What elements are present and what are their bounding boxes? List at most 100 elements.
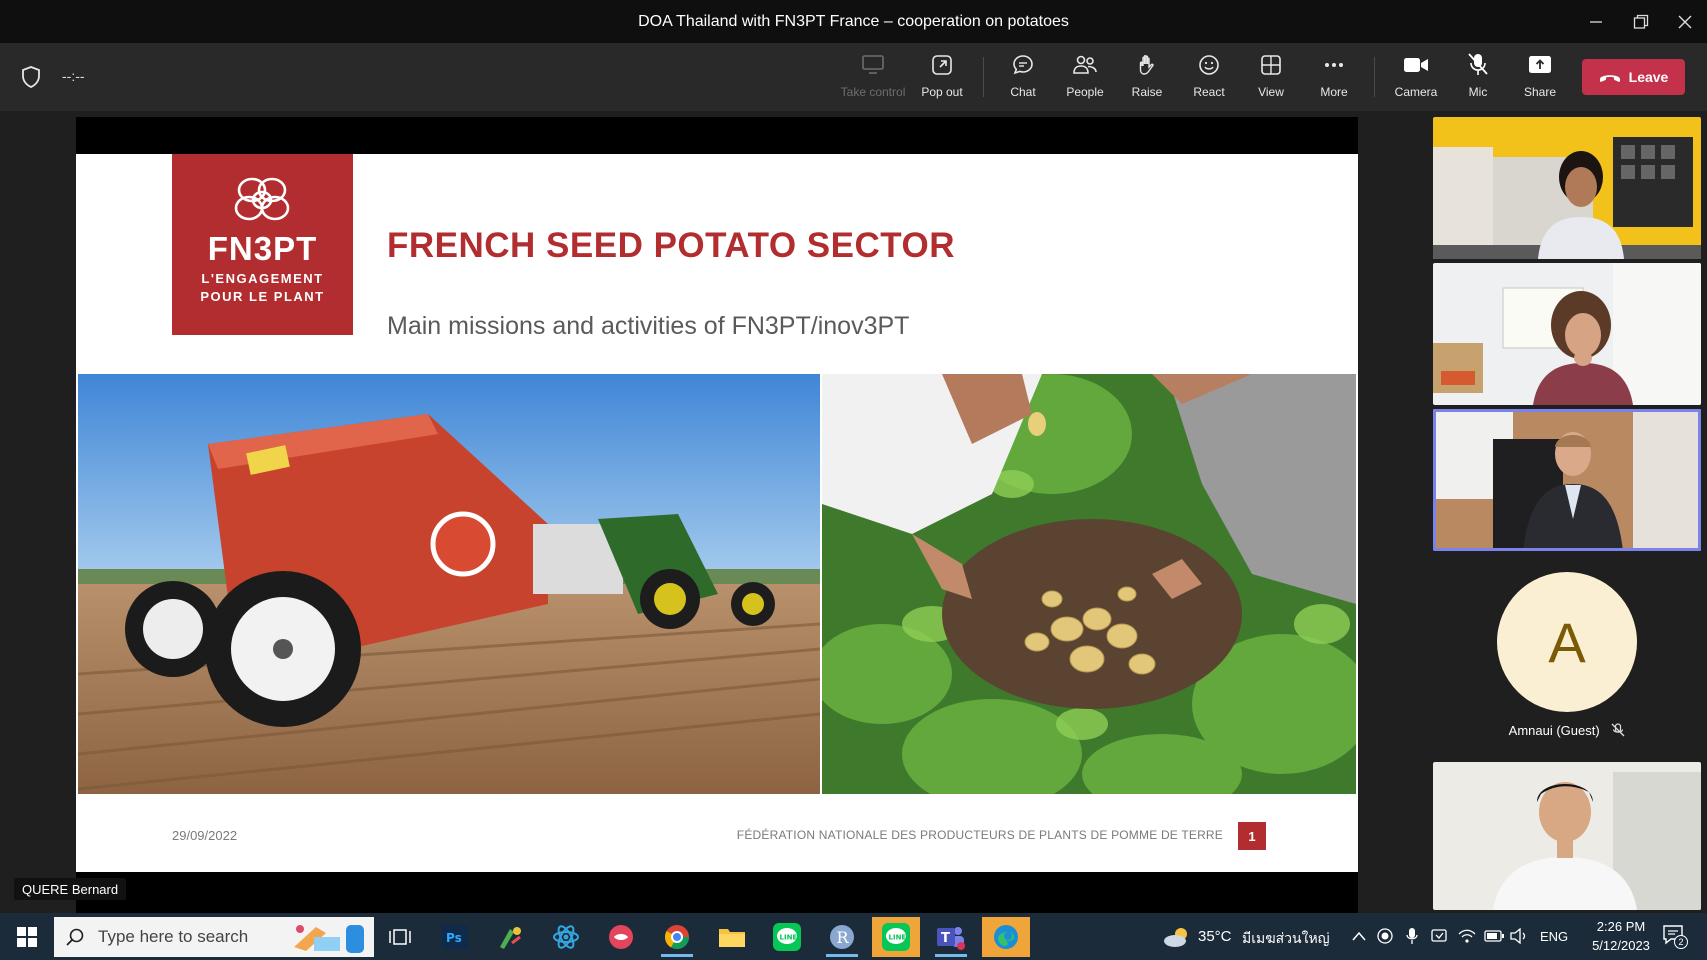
svg-text:LINE: LINE [889, 934, 907, 942]
mic-muted-icon [1468, 53, 1488, 75]
potato-cluster-icon [234, 177, 289, 221]
leave-button[interactable]: Leave [1582, 59, 1685, 95]
notification-count: 2 [1674, 935, 1688, 949]
folder-icon [719, 929, 745, 947]
svg-text:R: R [837, 928, 850, 947]
weather-condition[interactable]: มีเมฆส่วนใหญ่ [1242, 928, 1330, 950]
windows-taskbar: Type here to search Ps LINE R LINE T 35°… [0, 913, 1707, 960]
participant-video-3-active-speaker[interactable] [1433, 409, 1701, 551]
raise-hand-button[interactable]: Raise [1116, 51, 1178, 107]
taskbar-task-view[interactable] [376, 917, 424, 957]
weather-temperature[interactable]: 35°C [1198, 928, 1232, 945]
photoshop-icon: Ps [442, 925, 468, 949]
taskbar-r-app[interactable]: R [818, 917, 866, 957]
restore-icon [1633, 14, 1648, 29]
r-language-icon: R [830, 925, 854, 949]
taskbar-line-1[interactable]: LINE [763, 917, 811, 957]
chat-button[interactable]: Chat [992, 51, 1054, 107]
monitor-icon [862, 55, 884, 74]
windows-start-icon[interactable] [17, 927, 37, 947]
teams-icon: T [937, 927, 965, 950]
pop-out-button[interactable]: Pop out [911, 51, 973, 107]
slide-date: 29/09/2022 [172, 828, 238, 843]
shield-icon[interactable] [20, 65, 42, 89]
pop-out-icon [932, 55, 952, 75]
weather-cloud-icon[interactable] [1162, 925, 1192, 949]
title-bar: DOA Thailand with FN3PT France – coopera… [0, 0, 1707, 43]
speaker-icon[interactable] [1510, 928, 1530, 944]
microphone-icon[interactable] [1405, 927, 1419, 945]
smiley-icon [1199, 55, 1219, 75]
slide-title: FRENCH SEED POTATO SECTOR [387, 226, 956, 265]
task-view-icon [389, 929, 411, 945]
wifi-icon[interactable] [1458, 928, 1476, 944]
battery-icon[interactable] [1484, 930, 1504, 942]
line-app-icon: LINE [773, 923, 801, 951]
notification-center-button[interactable]: 2 [1662, 923, 1688, 952]
hand-icon [1139, 55, 1154, 75]
taskbar-app-atom[interactable] [542, 917, 590, 957]
participant-name: Amnaui (Guest) [1433, 723, 1701, 738]
minimize-icon [1589, 20, 1602, 23]
taskbar-line-2[interactable]: LINE [872, 917, 920, 957]
teams-meeting-window: DOA Thailand with FN3PT France – coopera… [0, 0, 1707, 960]
taskbar-app-green[interactable] [486, 917, 534, 957]
view-button[interactable]: View [1240, 51, 1302, 107]
search-highlight-icon [294, 925, 364, 953]
svg-text:T: T [941, 931, 950, 946]
people-icon [1073, 55, 1097, 74]
meeting-timer: --:-- [62, 68, 85, 84]
edge-icon [994, 925, 1018, 949]
potato-harvest-photo [822, 374, 1356, 794]
phone-hangup-icon [1599, 75, 1620, 82]
participant-video-2[interactable] [1433, 263, 1701, 405]
presenter-name-label: QUERE Bernard [14, 878, 127, 900]
taskbar-teams[interactable]: T [927, 917, 975, 957]
people-button[interactable]: People [1054, 51, 1116, 107]
restore-button[interactable] [1618, 0, 1663, 43]
taskbar-chrome[interactable] [653, 917, 701, 957]
share-screen-icon [1529, 56, 1551, 73]
toolbar-separator [1374, 57, 1375, 97]
paint-tools-icon [500, 927, 521, 949]
chevron-up-icon[interactable] [1352, 930, 1366, 942]
slide-page-number: 1 [1238, 822, 1266, 850]
atom-icon [553, 925, 579, 949]
presentation-slide: FN3PT L'ENGAGEMENT POUR LE PLANT FRENCH … [76, 154, 1358, 872]
taskbar-app-pink[interactable] [597, 917, 645, 957]
camera-button[interactable]: Camera [1385, 51, 1447, 107]
fn3pt-logo: FN3PT L'ENGAGEMENT POUR LE PLANT [172, 154, 353, 335]
participant-video-1[interactable] [1433, 117, 1701, 259]
chrome-icon [664, 925, 689, 950]
taskbar-edge[interactable] [982, 917, 1030, 957]
mic-button[interactable]: Mic [1447, 51, 1509, 107]
react-button[interactable]: React [1178, 51, 1240, 107]
participant-video-4[interactable] [1433, 762, 1701, 910]
svg-text:Ps: Ps [446, 931, 462, 945]
camera-icon [1404, 58, 1428, 72]
chat-icon [1013, 55, 1033, 75]
taskbar-photoshop[interactable]: Ps [431, 917, 479, 957]
toolbar-separator [983, 57, 984, 97]
more-button[interactable]: More [1303, 51, 1365, 107]
minimize-button[interactable] [1573, 0, 1618, 43]
taskbar-clock[interactable]: 2:26 PM 5/12/2023 [1584, 917, 1658, 955]
close-button[interactable] [1662, 0, 1707, 43]
search-icon [66, 928, 84, 946]
slide-footer-federation: FÉDÉRATION NATIONALE DES PRODUCTEURS DE … [736, 828, 1223, 842]
record-icon[interactable] [1377, 928, 1393, 944]
participant-tile-guest[interactable]: A Amnaui (Guest) [1433, 560, 1701, 750]
logo-tagline: L'ENGAGEMENT POUR LE PLANT [200, 271, 325, 304]
taskbar-search-box[interactable]: Type here to search [54, 917, 374, 957]
input-language[interactable]: ENG [1540, 929, 1568, 944]
slide-subtitle: Main missions and activities of FN3PT/in… [387, 312, 910, 340]
planter-machine-photo [78, 374, 820, 794]
share-button[interactable]: Share [1509, 51, 1571, 107]
device-icon[interactable] [1430, 927, 1448, 945]
line-app-icon: LINE [882, 923, 910, 951]
close-icon [1678, 15, 1691, 28]
mic-muted-icon [1611, 723, 1625, 737]
take-control-button[interactable]: Take control [841, 51, 905, 107]
taskbar-file-explorer[interactable] [708, 917, 756, 957]
more-dots-icon [1325, 63, 1343, 67]
